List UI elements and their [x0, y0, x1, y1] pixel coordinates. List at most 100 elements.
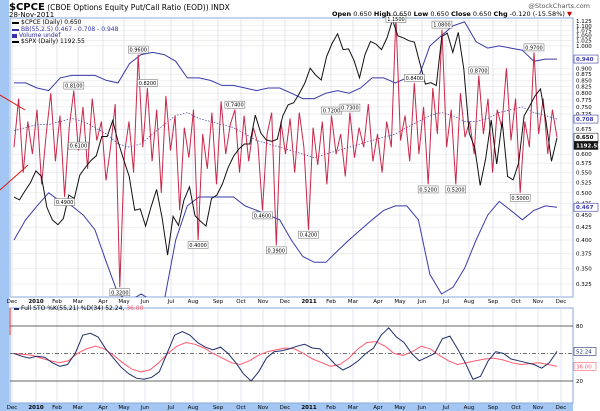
x-tick-label: Nov	[533, 405, 544, 411]
annotation-label: 0.8700	[470, 68, 488, 74]
x-tick-label: Dec	[280, 299, 291, 305]
price-label: 0.650	[576, 135, 594, 141]
x-tick-label: Oct	[236, 299, 246, 305]
open-label: Open	[331, 10, 352, 18]
x-tick-label: Mar	[348, 299, 359, 305]
sto-legend-k: Full STO %K(55,21) %D(34) 52.24,	[21, 305, 125, 312]
legend-cpce: $CPCE (Daily) 0.650	[12, 19, 81, 26]
y-tick-label: 0.550	[576, 171, 592, 177]
x-tick-label: Oct	[511, 405, 521, 411]
y-tick-label: 0.675	[576, 127, 592, 133]
legend-text: $CPCE (Daily) 0.650	[21, 19, 82, 26]
watermark: @StockCharts.com	[528, 2, 590, 10]
price-label: 1192.55	[576, 143, 600, 149]
y-tick-label: 0.850	[576, 78, 592, 84]
legend-text: $SPX (Daily) 1192.55	[21, 38, 85, 45]
y-tick-label: 0.450	[576, 213, 592, 219]
x-tick-label: Sep	[488, 405, 499, 411]
x-tick-label: 2011	[301, 299, 316, 305]
legend-swatch	[14, 307, 19, 310]
x-tick-label: Dec	[7, 405, 18, 411]
price-label: 0.940	[576, 57, 594, 63]
ohlc-readout: Open 0.650 High 0.650 Low 0.650 Close 0.…	[332, 10, 572, 18]
chart-date: 28-Nov-2011	[9, 11, 55, 19]
y-tick-label: 0.800	[576, 91, 592, 97]
frame-bottom	[0, 403, 600, 411]
x-tick-label: Sep	[213, 299, 224, 305]
x-tick-label: Aug	[188, 299, 199, 305]
down-arrow-icon: ▼	[567, 10, 572, 18]
high-label: High	[373, 10, 391, 18]
y-tick-label: 0.600	[576, 152, 592, 158]
x-tick-label: Feb	[326, 299, 336, 305]
x-tick-label: May	[394, 405, 406, 411]
x-tick-label: Nov	[258, 405, 269, 411]
annotation-label: 0.4000	[189, 243, 207, 249]
sto-value-label: 36.00	[576, 364, 592, 370]
x-tick-label: Jul	[167, 299, 175, 305]
chg-value: -0.120 (-15.58%)	[509, 10, 565, 18]
x-tick-label: Dec	[280, 405, 291, 411]
annotation-label: 0.8400	[406, 76, 424, 82]
annotation-label: 0.6100	[70, 144, 88, 150]
y-tick-label: 0.875	[576, 72, 592, 78]
high-value: 0.650	[392, 10, 412, 18]
x-tick-label: Aug	[188, 405, 199, 411]
x-tick-label: May	[394, 299, 406, 305]
y-tick-label: 0.425	[576, 225, 592, 231]
annotation-label: 0.5200	[419, 187, 437, 193]
annotation-label: 0.9700	[525, 45, 543, 51]
x-tick-label: Sep	[488, 299, 499, 305]
x-tick-label: May	[118, 405, 130, 411]
low-value: 0.650	[430, 10, 449, 18]
x-tick-label: Jun	[140, 405, 150, 411]
x-tick-label: Aug	[464, 299, 475, 305]
x-tick-label: Jun	[417, 405, 427, 411]
annotation-label: 0.7200	[323, 109, 341, 115]
annotation-label: 0.3200	[111, 290, 129, 296]
x-tick-label: Sep	[213, 405, 224, 411]
y-tick-label: 0.825	[576, 85, 592, 91]
sto-legend: Full STO %K(55,21) %D(34) 52.24, 36.00	[14, 305, 143, 312]
legend-swatch	[12, 28, 19, 31]
x-tick-label: Apr	[373, 405, 383, 411]
annotation-label: 0.5200	[447, 187, 465, 193]
annotation-label: 0.4600	[254, 213, 272, 219]
y-tick-label: 0.525	[576, 180, 592, 186]
close-value: 0.650	[472, 10, 492, 18]
legend-swatch	[12, 21, 19, 24]
x-tick-label: Oct	[236, 405, 246, 411]
x-tick-label: Jul	[442, 405, 450, 411]
x-tick-label: Dec	[556, 405, 567, 411]
frame-left	[0, 0, 9, 411]
chart-svg: 1.1251.1001.0751.0501.0251.0000.9000.875…	[0, 0, 600, 411]
x-tick-label: Nov	[533, 299, 544, 305]
price-label: 0.708	[576, 117, 594, 123]
x-tick-label: 2011	[301, 405, 316, 411]
y-tick-label: 0.400	[576, 238, 592, 244]
annotation-label: 0.5000	[511, 196, 529, 202]
y-tick-label: 0.325	[576, 282, 592, 288]
chg-label: Chg	[493, 10, 508, 18]
open-value: 0.650	[353, 10, 372, 18]
low-label: Low	[413, 10, 429, 18]
y-tick-label: 0.500	[576, 191, 592, 197]
x-tick-label: Mar	[73, 405, 84, 411]
price-label: 0.467	[576, 205, 594, 211]
x-tick-label: Jul	[167, 405, 175, 411]
symbol-description: (CBOE Options Equity Put/Call Ratio (EOD…	[47, 3, 230, 12]
x-tick-label: Feb	[52, 405, 62, 411]
x-tick-label: Jun	[417, 299, 427, 305]
x-tick-label: Apr	[373, 299, 383, 305]
y-tick-label: 0.350	[576, 266, 592, 272]
sto-panel	[9, 307, 574, 404]
annotation-label: 0.8200	[139, 81, 157, 87]
annotation-label: 0.7400	[226, 103, 244, 109]
chart-container: 1.125 1.100 1.075 1.050 1.025 1.000 0.900 0.875…	[0, 0, 600, 411]
volume-icon	[12, 33, 17, 38]
y-tick-label: 0.750	[576, 105, 592, 111]
sto-tick-label: 80	[576, 324, 583, 330]
x-tick-label: Jul	[442, 299, 450, 305]
sto-legend-d: 36.00	[126, 305, 144, 312]
x-tick-label: Dec	[556, 299, 567, 305]
